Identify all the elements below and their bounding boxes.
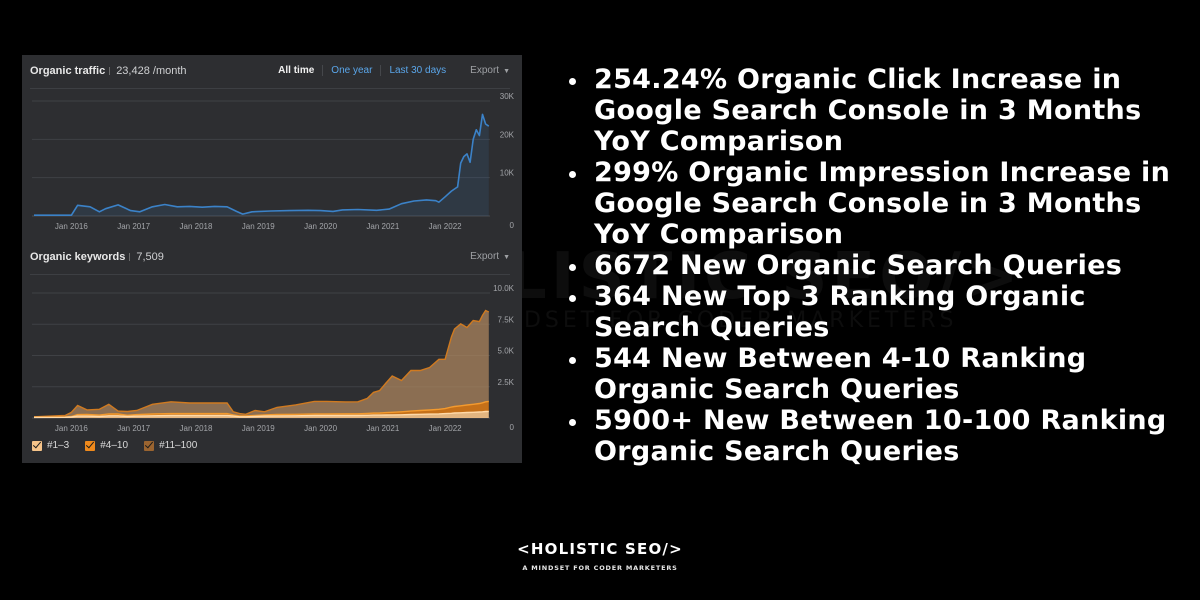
checkbox-checked-icon[interactable]	[144, 440, 155, 451]
y-tick-label: 7.5K	[498, 315, 515, 324]
keywords-area-11-100	[34, 310, 489, 418]
y-tick-label: 5.0K	[498, 347, 515, 356]
x-tick-label: Jan 2021	[366, 424, 399, 433]
keywords-header: Organic keywords 7,509 Export ▼	[30, 241, 510, 275]
keywords-chart: 0 2.5K 5.0K 7.5K 10.0K Jan 2016 Jan 2017 Jan 20…	[32, 284, 515, 433]
tab-all-time[interactable]: All time	[270, 65, 322, 76]
legend-item-top3[interactable]: #1–3	[32, 440, 69, 451]
brand-tagline: A MINDSET FOR CODER MARKETERS	[522, 564, 678, 572]
x-tick-label: Jan 2019	[242, 424, 275, 433]
caret-down-icon: ▼	[503, 68, 510, 75]
x-tick-label: Jan 2022	[429, 424, 462, 433]
keywords-title: Organic keywords	[30, 251, 126, 263]
legend-item-11-100[interactable]: #11–100	[144, 440, 197, 451]
traffic-header: Organic traffic 23,428 /month All time On…	[30, 55, 510, 89]
x-tick-label: Jan 2021	[366, 222, 399, 231]
keywords-actions: Export ▼	[454, 251, 510, 262]
bullet-item: 254.24% Organic Click Increase in Google…	[566, 64, 1196, 157]
info-divider	[109, 67, 111, 76]
bullet-item: 364 New Top 3 Ranking Organic Search Que…	[566, 281, 1196, 343]
export-label: Export	[470, 65, 500, 76]
y-tick-label: 30K	[500, 92, 515, 101]
x-tick-label: Jan 2017	[117, 222, 150, 231]
traffic-export-button[interactable]: Export ▼	[454, 65, 510, 76]
bullet-item: 5900+ New Between 10-100 Ranking Organic…	[566, 405, 1196, 467]
caret-down-icon: ▼	[503, 254, 510, 261]
bullet-item: 299% Organic Impression Increase in Goog…	[566, 157, 1196, 250]
keywords-legend: #1–3 #4–10 #11–100	[32, 440, 213, 451]
x-tick-label: Jan 2017	[117, 424, 150, 433]
checkbox-checked-icon[interactable]	[32, 440, 42, 451]
legend-label: #4–10	[100, 440, 129, 451]
keywords-title-group: Organic keywords 7,509	[30, 251, 164, 263]
brand-logo: <HOLISTIC SEO/>	[517, 540, 683, 558]
results-bullet-list: 254.24% Organic Click Increase in Google…	[566, 64, 1196, 467]
y-tick-label: 10K	[500, 169, 515, 178]
checkbox-checked-icon[interactable]	[85, 440, 96, 451]
legend-label: #11–100	[159, 440, 198, 451]
y-tick-label: 20K	[500, 130, 515, 139]
traffic-line	[34, 113, 490, 216]
legend-item-4-10[interactable]: #4–10	[85, 440, 128, 451]
traffic-title-group: Organic traffic 23,428 /month	[30, 65, 187, 77]
tab-one-year[interactable]: One year	[322, 65, 380, 76]
y-tick-label: 10.0K	[493, 284, 515, 293]
legend-label: #1–3	[47, 440, 70, 451]
x-tick-label: Jan 2019	[242, 222, 275, 231]
export-label: Export	[470, 251, 500, 262]
y-tick-label: 2.5K	[498, 378, 515, 387]
x-tick-label: Jan 2018	[180, 222, 213, 231]
footer-logo: <HOLISTIC SEO/> A MINDSET FOR CODER MARK…	[0, 540, 1200, 572]
x-tick-label: Jan 2016	[55, 222, 88, 231]
x-tick-label: Jan 2020	[304, 424, 337, 433]
ahrefs-overview-panel: Organic traffic 23,428 /month All time On…	[22, 55, 522, 463]
x-tick-label: Jan 2016	[55, 424, 88, 433]
x-tick-label: Jan 2022	[429, 222, 462, 231]
info-divider	[129, 253, 131, 262]
traffic-value: 23,428 /month	[116, 65, 187, 77]
keywords-value: 7,509	[136, 251, 164, 263]
y-tick-label: 0	[510, 221, 515, 230]
traffic-chart: 0 10K 20K 30K Jan 2016 Jan 2017 Jan 2018 Jan 20…	[32, 92, 515, 231]
x-tick-label: Jan 2018	[180, 424, 213, 433]
tab-last-30-days[interactable]: Last 30 days	[380, 65, 454, 76]
y-tick-label: 0	[510, 423, 515, 432]
bullet-item: 544 New Between 4-10 Ranking Organic Sea…	[566, 343, 1196, 405]
bullet-item: 6672 New Organic Search Queries	[566, 250, 1196, 281]
keywords-export-button[interactable]: Export ▼	[454, 251, 510, 262]
traffic-range-tabs: All time One year Last 30 days Export ▼	[270, 65, 510, 76]
traffic-title: Organic traffic	[30, 65, 106, 77]
x-tick-label: Jan 2020	[304, 222, 337, 231]
